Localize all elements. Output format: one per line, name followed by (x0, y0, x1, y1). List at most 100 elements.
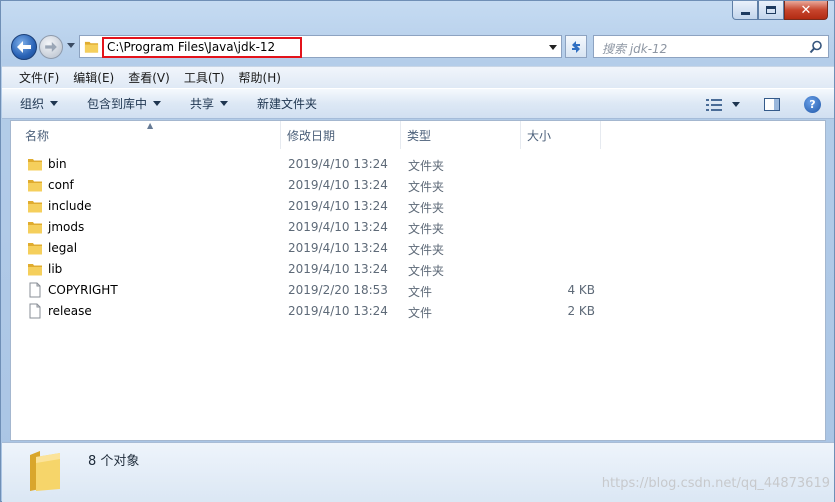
address-dropdown-arrow[interactable] (549, 45, 557, 50)
file-type: 文件夹 (408, 243, 445, 257)
folder-icon (27, 219, 43, 235)
command-bar-right: ? (706, 89, 834, 120)
file-size: 2 KB (567, 304, 595, 318)
maximize-icon (766, 6, 776, 14)
search-icon[interactable] (809, 40, 823, 54)
file-date: 2019/4/10 13:24 (288, 304, 388, 318)
include-library-button[interactable]: 包含到库中 (87, 95, 162, 112)
folder-icon (27, 240, 43, 256)
forward-button[interactable] (39, 35, 63, 59)
file-row[interactable]: include 2019/4/10 13:24 文件夹 (25, 196, 605, 217)
help-icon: ? (809, 98, 816, 111)
address-path[interactable]: C:\Program Files\Java\jdk-12 (107, 40, 275, 54)
recent-pages-dropdown[interactable] (67, 43, 75, 48)
file-name: lib (48, 262, 63, 276)
change-view-button[interactable] (706, 98, 740, 111)
file-date: 2019/4/10 13:24 (288, 262, 388, 276)
file-row[interactable]: jmods 2019/4/10 13:24 文件夹 (25, 217, 605, 238)
arrow-left-icon (17, 41, 31, 53)
file-icon (27, 303, 43, 319)
share-button[interactable]: 共享 (190, 95, 229, 112)
file-date: 2019/4/10 13:24 (288, 157, 388, 171)
file-date: 2019/4/10 13:24 (288, 241, 388, 255)
menu-view[interactable]: 查看(V) (121, 69, 177, 86)
maximize-button[interactable] (758, 1, 784, 20)
organize-button[interactable]: 组织 (20, 95, 59, 112)
column-date[interactable]: 修改日期 (281, 121, 401, 149)
file-icon (27, 282, 43, 298)
file-type: 文件 (408, 285, 433, 299)
new-folder-button[interactable]: 新建文件夹 (257, 95, 317, 112)
watermark-text: https://blog.csdn.net/qq_44873619 (601, 476, 830, 491)
chevron-down-icon (50, 101, 59, 106)
minimize-icon (740, 11, 750, 15)
help-button[interactable]: ? (804, 96, 821, 113)
file-name: conf (48, 178, 74, 192)
file-row[interactable]: lib 2019/4/10 13:24 文件夹 (25, 259, 605, 280)
explorer-window: ✕ C:\Program Files\Java\jdk-12 搜索 jdk-12… (0, 0, 835, 502)
file-type: 文件夹 (408, 159, 445, 173)
arrow-right-icon (45, 42, 57, 52)
menu-file[interactable]: 文件(F) (12, 69, 66, 86)
status-bar: 8 个对象 https://blog.csdn.net/qq_44873619 (2, 442, 834, 502)
column-type-label: 类型 (407, 128, 432, 143)
file-name: bin (48, 157, 67, 171)
refresh-icon (572, 40, 580, 53)
column-date-label: 修改日期 (287, 128, 336, 143)
chevron-down-icon (220, 101, 229, 106)
column-name[interactable]: 名称 (11, 121, 281, 149)
column-type[interactable]: 类型 (401, 121, 521, 149)
file-name: legal (48, 241, 78, 255)
column-size-label: 大小 (527, 128, 552, 143)
file-type: 文件夹 (408, 201, 445, 215)
file-date: 2019/4/10 13:24 (288, 199, 388, 213)
file-row[interactable]: bin 2019/4/10 13:24 文件夹 (25, 154, 605, 175)
file-list: 名称 ▲ 修改日期 类型 大小 bin 2019/4/10 13:24 文件夹 con… (10, 120, 826, 441)
file-name: COPYRIGHT (48, 283, 118, 297)
include-library-label: 包含到库中 (87, 97, 148, 111)
file-type: 文件夹 (408, 222, 445, 236)
preview-pane-button[interactable] (764, 98, 780, 111)
column-header: 名称 ▲ 修改日期 类型 大小 (11, 121, 825, 149)
file-type: 文件夹 (408, 264, 445, 278)
file-date: 2019/4/10 13:24 (288, 220, 388, 234)
close-button[interactable]: ✕ (784, 1, 828, 20)
file-date: 2019/4/10 13:24 (288, 178, 388, 192)
menu-bar: 文件(F) 编辑(E) 查看(V) 工具(T) 帮助(H) (2, 66, 834, 88)
file-row[interactable]: release 2019/4/10 13:24 文件 2 KB (25, 301, 605, 322)
file-row[interactable]: legal 2019/4/10 13:24 文件夹 (25, 238, 605, 259)
file-size: 4 KB (567, 283, 595, 297)
close-icon: ✕ (800, 2, 812, 18)
file-row[interactable]: conf 2019/4/10 13:24 文件夹 (25, 175, 605, 196)
folder-icon (30, 451, 60, 491)
file-name: release (48, 304, 92, 318)
address-bar[interactable]: C:\Program Files\Java\jdk-12 (79, 35, 562, 58)
folder-icon (27, 261, 43, 277)
search-placeholder[interactable]: 搜索 jdk-12 (602, 40, 667, 57)
chevron-down-icon (732, 102, 740, 107)
file-date: 2019/2/20 18:53 (288, 283, 388, 297)
column-name-label: 名称 (25, 128, 50, 143)
back-button[interactable] (11, 34, 37, 60)
file-name: jmods (48, 220, 85, 234)
file-type: 文件夹 (408, 180, 445, 194)
file-row[interactable]: COPYRIGHT 2019/2/20 18:53 文件 4 KB (25, 280, 605, 301)
sort-ascending-icon: ▲ (147, 121, 154, 130)
menu-tools[interactable]: 工具(T) (177, 69, 232, 86)
file-name: include (48, 199, 92, 213)
command-bar: 组织 包含到库中 共享 新建文件夹 ? (2, 88, 834, 119)
folder-icon (84, 41, 99, 53)
menu-help[interactable]: 帮助(H) (232, 69, 288, 86)
navigation-bar: C:\Program Files\Java\jdk-12 搜索 jdk-12 (9, 30, 829, 62)
refresh-button[interactable] (565, 35, 587, 58)
file-type: 文件 (408, 306, 433, 320)
minimize-button[interactable] (732, 1, 758, 20)
menu-edit[interactable]: 编辑(E) (66, 69, 121, 86)
share-label: 共享 (190, 97, 215, 111)
search-box[interactable]: 搜索 jdk-12 (593, 35, 829, 58)
folder-icon (27, 198, 43, 214)
details-view-icon (706, 98, 722, 111)
folder-icon (27, 177, 43, 193)
new-folder-label: 新建文件夹 (257, 97, 318, 111)
column-size[interactable]: 大小 (521, 121, 601, 149)
